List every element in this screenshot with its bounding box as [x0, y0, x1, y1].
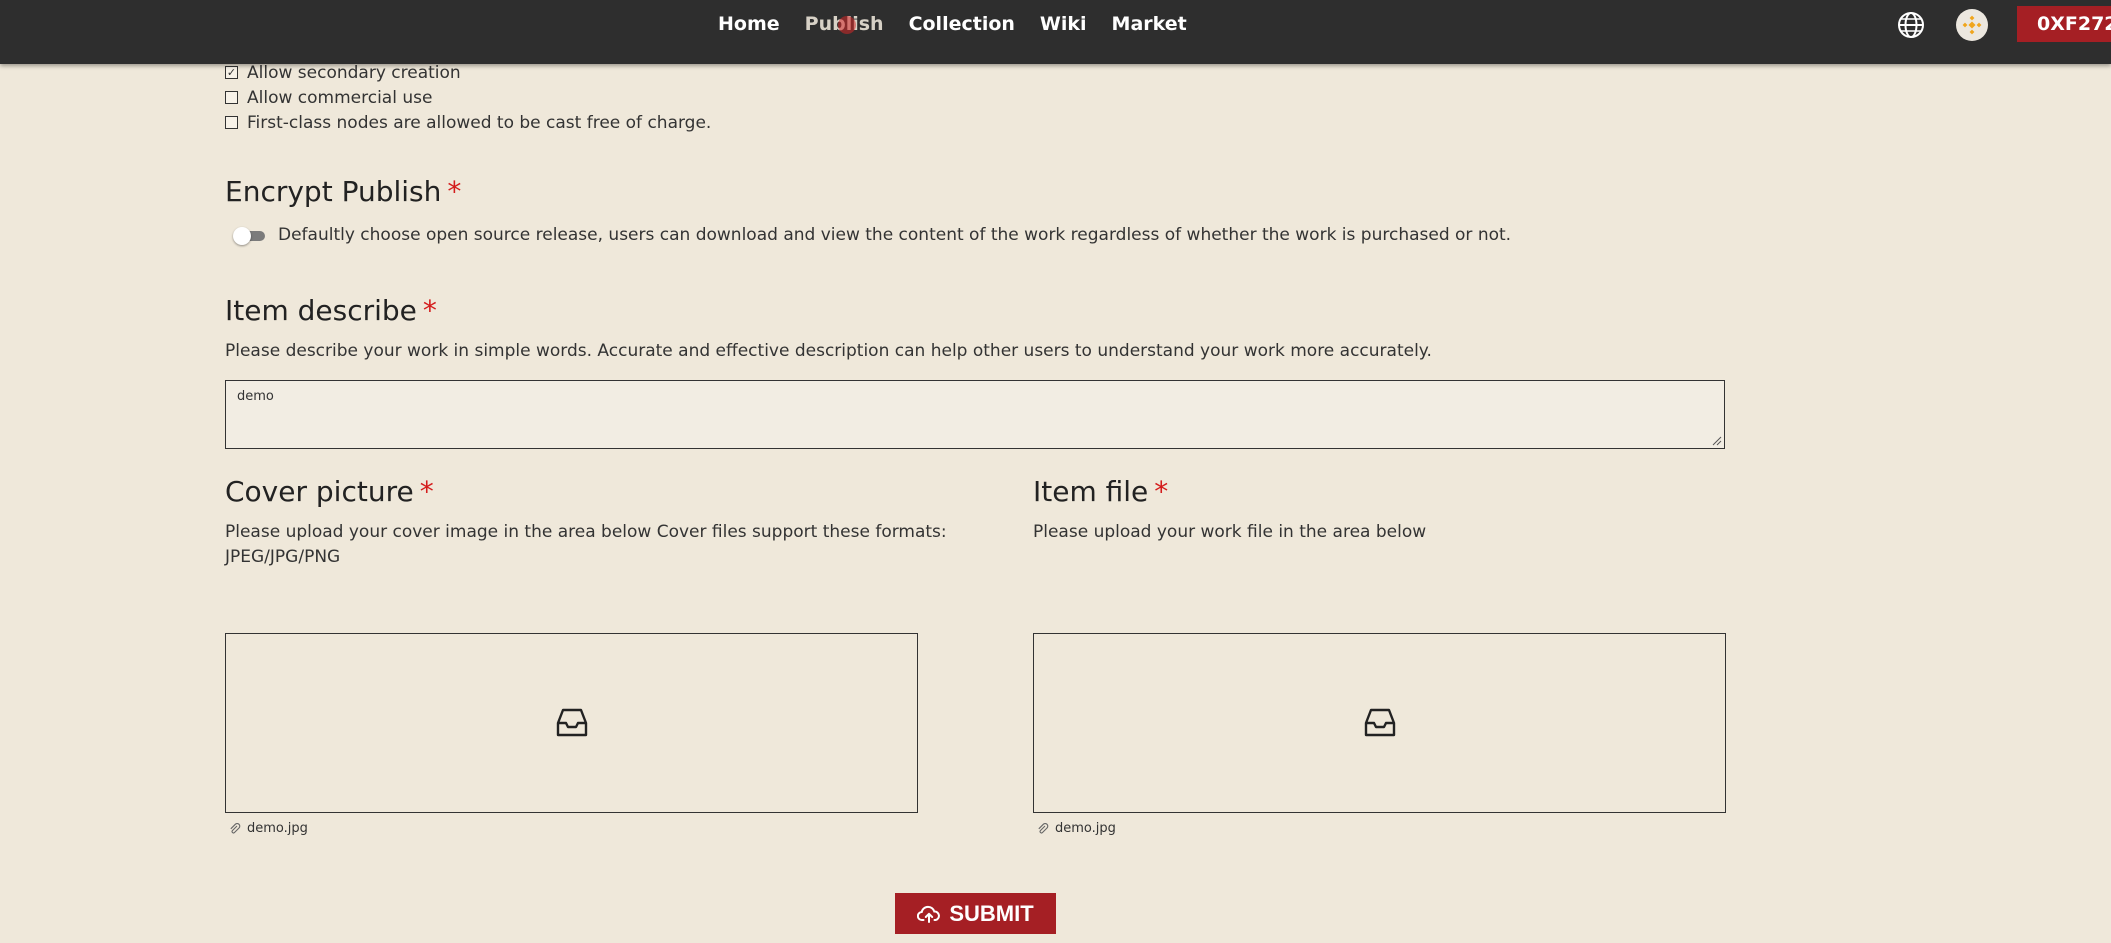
binance-coin-icon[interactable] [1956, 9, 1988, 41]
describe-title: Item describe * [225, 294, 437, 327]
checkbox[interactable] [225, 116, 238, 129]
description-textarea[interactable]: demo [225, 380, 1725, 449]
file-name: demo.jpg [1055, 821, 1116, 836]
cover-hint: Please upload your cover image in the ar… [225, 522, 947, 567]
encrypt-title: Encrypt Publish * [225, 175, 462, 208]
main-nav: Home Publish Collection Wiki Market [718, 10, 1187, 38]
inbox-icon [1364, 708, 1395, 737]
top-navbar: Home Publish Collection Wiki Market 0XF2… [0, 0, 2111, 64]
required-mark: * [1154, 475, 1169, 508]
wallet-address-button[interactable]: 0XF272 [2017, 6, 2111, 42]
submit-button[interactable]: SUBMIT [895, 893, 1056, 934]
globe-icon[interactable] [1896, 10, 1926, 40]
checkbox-checked[interactable]: ✓ [225, 66, 238, 79]
option-commercial-use[interactable]: Allow commercial use [225, 85, 711, 110]
describe-hint: Please describe your work in simple word… [225, 341, 1432, 361]
checkbox[interactable] [225, 91, 238, 104]
submit-label: SUBMIT [949, 900, 1034, 926]
option-free-cast[interactable]: First-class nodes are allowed to be cast… [225, 110, 711, 135]
nav-publish[interactable]: Publish [805, 13, 884, 35]
nav-market[interactable]: Market [1112, 13, 1187, 35]
item-file-upload-dropzone[interactable] [1033, 633, 1726, 813]
cover-title: Cover picture * [225, 475, 434, 508]
cloud-upload-icon [917, 905, 941, 923]
nav-collection[interactable]: Collection [909, 13, 1015, 35]
inbox-icon [556, 708, 587, 737]
nav-wiki[interactable]: Wiki [1040, 13, 1087, 35]
resize-handle-icon[interactable] [1712, 436, 1722, 446]
cover-uploaded-file[interactable]: demo.jpg [229, 821, 308, 836]
item-uploaded-file[interactable]: demo.jpg [1037, 821, 1116, 836]
required-mark: * [447, 175, 462, 208]
option-label: First-class nodes are allowed to be cast… [247, 112, 712, 133]
paperclip-icon [230, 822, 241, 833]
file-name: demo.jpg [247, 821, 308, 836]
paperclip-icon [1038, 822, 1049, 833]
encrypt-description: Defaultly choose open source release, us… [278, 225, 1512, 245]
required-mark: * [419, 475, 434, 508]
cover-upload-dropzone[interactable] [225, 633, 918, 813]
nav-home[interactable]: Home [718, 13, 780, 35]
item-file-title: Item file * [1033, 475, 1169, 508]
option-label: Allow secondary creation [247, 62, 461, 83]
option-label: Allow commercial use [247, 87, 433, 108]
permission-options: ✓ Allow secondary creation Allow commerc… [225, 60, 711, 135]
item-file-hint: Please upload your work file in the area… [1033, 522, 1427, 542]
required-mark: * [422, 294, 437, 327]
encrypt-toggle[interactable] [233, 226, 267, 246]
